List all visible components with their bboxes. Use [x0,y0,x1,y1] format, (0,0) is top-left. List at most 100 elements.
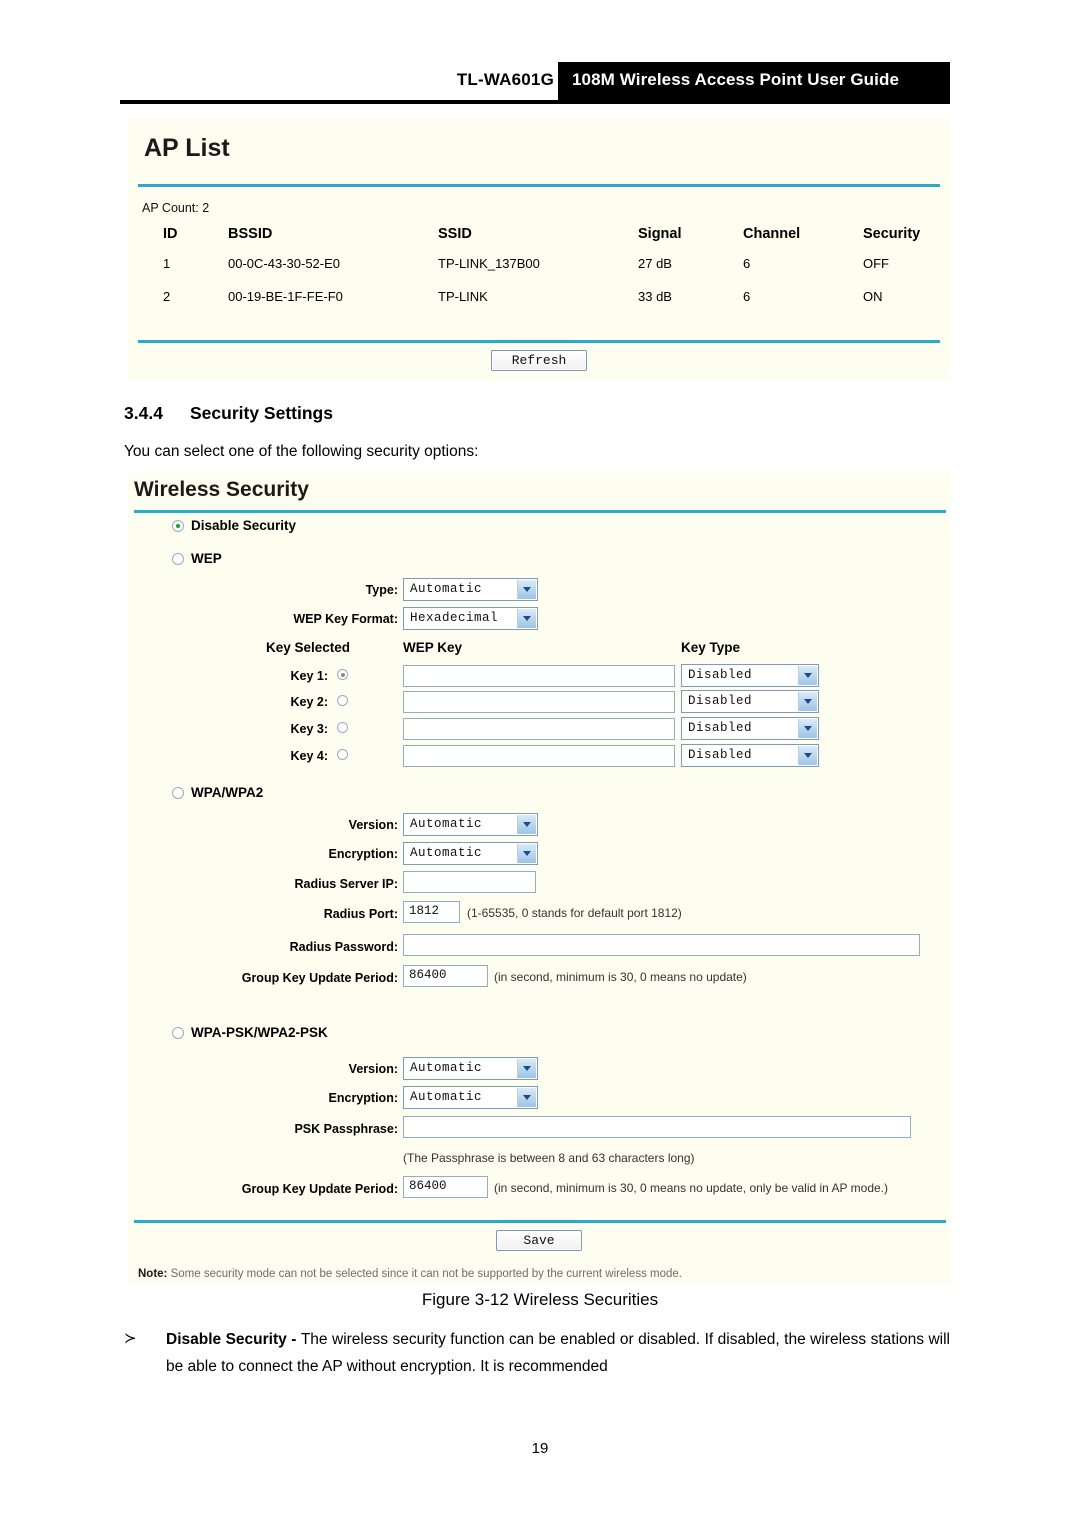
input-radius-port[interactable]: 1812 [403,901,460,923]
input-wpa-group-key-update-period[interactable]: 86400 [403,965,488,987]
radio-key-1-icon[interactable] [337,669,348,680]
page-header: TL-WA601G 108M Wireless Access Point Use… [120,62,950,104]
column-header-key-selected: Key Selected [266,640,351,655]
select-key-type-4[interactable]: Disabled [681,744,819,767]
cell-signal: 33 dB [638,289,672,304]
mode-option-wpa-psk[interactable]: WPA-PSK/WPA2-PSK [172,1025,328,1040]
input-wep-key-1[interactable] [403,665,675,687]
label-psk-version: Version: [348,1062,398,1076]
table-row: 1 00-0C-43-30-52-E0 TP-LINK_137B00 27 dB… [138,256,940,289]
chevron-down-icon[interactable] [517,609,536,628]
chevron-down-icon[interactable] [798,719,817,738]
input-radius-password[interactable] [403,934,920,956]
radio-wep-icon[interactable] [172,553,184,565]
note-text: Note: Some security mode can not be sele… [138,1268,682,1280]
column-header-channel: Channel [743,226,801,242]
input-psk-group-key-update-period[interactable]: 86400 [403,1176,488,1198]
select-wpa-encryption-value: Automatic [410,846,483,860]
label-wep-key-format: WEP Key Format: [293,612,398,626]
cell-id: 1 [163,256,171,271]
cell-id: 2 [163,289,171,304]
header-guide-title: 108M Wireless Access Point User Guide [572,70,899,89]
cell-bssid: 00-0C-43-30-52-E0 [228,256,341,271]
select-wep-type[interactable]: Automatic [403,578,538,601]
label-key-3: Key 3: [290,722,328,736]
table-row: 2 00-19-BE-1F-FE-F0 TP-LINK 33 dB 6 ON [138,289,940,322]
input-wep-key-3[interactable] [403,718,675,740]
hint-wpa-group-key: (in second, minimum is 30, 0 means no up… [494,970,747,984]
ap-list-divider-bottom [138,340,940,343]
bullet-arrow-icon: ≻ [124,1330,137,1347]
note-label: Note: [138,1268,168,1280]
select-wpa-encryption[interactable]: Automatic [403,842,538,865]
section-number: 3.4.4 [124,403,163,423]
select-wep-key-format[interactable]: Hexadecimal [403,607,538,630]
chevron-down-icon[interactable] [798,746,817,765]
mode-label-wpa-wpa2: WPA/WPA2 [191,785,264,800]
wireless-security-title: Wireless Security [134,478,309,501]
radio-key-2-icon[interactable] [337,695,348,706]
chevron-down-icon[interactable] [798,666,817,685]
label-key-2: Key 2: [290,695,328,709]
section-intro-text: You can select one of the following secu… [124,443,479,460]
chevron-down-icon[interactable] [517,1059,536,1078]
chevron-down-icon[interactable] [517,580,536,599]
refresh-button-container: Refresh [128,350,950,371]
ap-list-title: AP List [144,134,230,162]
hint-psk-passphrase: (The Passphrase is between 8 and 63 char… [403,1151,695,1165]
mode-option-wep[interactable]: WEP [172,551,222,566]
document-page: TL-WA601G 108M Wireless Access Point Use… [0,0,1080,1527]
wireless-security-panel: Wireless Security Disable Security WEP T… [128,473,950,1285]
input-psk-passphrase[interactable] [403,1116,911,1138]
note-body: Some security mode can not be selected s… [170,1268,682,1280]
section-title: Security Settings [190,403,333,423]
label-radius-password: Radius Password: [289,940,398,954]
cell-channel: 6 [743,256,751,271]
select-key-type-3[interactable]: Disabled [681,717,819,740]
radio-wpa-wpa2-icon[interactable] [172,787,184,799]
label-key-4: Key 4: [290,749,328,763]
radio-disable-security-icon[interactable] [172,520,184,532]
chevron-down-icon[interactable] [517,844,536,863]
label-psk-passphrase: PSK Passphrase: [294,1122,398,1136]
chevron-down-icon[interactable] [517,1088,536,1107]
radio-key-3-icon[interactable] [337,722,348,733]
cell-ssid: TP-LINK [438,289,488,304]
column-header-id: ID [163,226,178,242]
cell-signal: 27 dB [638,256,672,271]
mode-option-disable-security[interactable]: Disable Security [172,518,296,533]
chevron-down-icon[interactable] [798,692,817,711]
save-button[interactable]: Save [496,1230,582,1251]
column-header-wep-key: WEP Key [403,640,463,655]
column-header-security: Security [863,226,921,242]
select-key-type-3-value: Disabled [688,721,753,735]
select-key-type-2[interactable]: Disabled [681,690,819,713]
radio-key-4-icon[interactable] [337,749,348,760]
column-header-key-type: Key Type [681,640,741,655]
input-psk-group-key-update-period-value: 86400 [409,1179,447,1193]
cell-security: OFF [863,256,889,271]
label-wpa-group-key-update-period: Group Key Update Period: [241,971,398,985]
select-wpa-version[interactable]: Automatic [403,813,538,836]
chevron-down-icon[interactable] [517,815,536,834]
refresh-button[interactable]: Refresh [490,350,588,371]
header-model-name: TL-WA601G [456,70,554,89]
hint-psk-group-key: (in second, minimum is 30, 0 means no up… [494,1181,888,1195]
radio-wpa-psk-icon[interactable] [172,1027,184,1039]
mode-option-wpa-wpa2[interactable]: WPA/WPA2 [172,785,263,800]
input-wep-key-4[interactable] [403,745,675,767]
cell-security: ON [863,289,883,304]
input-wpa-group-key-update-period-value: 86400 [409,968,447,982]
select-wpa-version-value: Automatic [410,817,483,831]
select-key-type-1-value: Disabled [688,668,753,682]
input-wep-key-2[interactable] [403,691,675,713]
select-key-type-1[interactable]: Disabled [681,664,819,687]
wireless-security-divider-top [134,510,946,513]
input-radius-server-ip[interactable] [403,871,536,893]
figure-caption: Figure 3-12 Wireless Securities [421,1290,659,1309]
select-psk-encryption[interactable]: Automatic [403,1086,538,1109]
label-psk-encryption: Encryption: [328,1091,398,1105]
select-psk-version[interactable]: Automatic [403,1057,538,1080]
label-key-1: Key 1: [290,669,328,683]
header-title-box: 108M Wireless Access Point User Guide [558,62,950,100]
